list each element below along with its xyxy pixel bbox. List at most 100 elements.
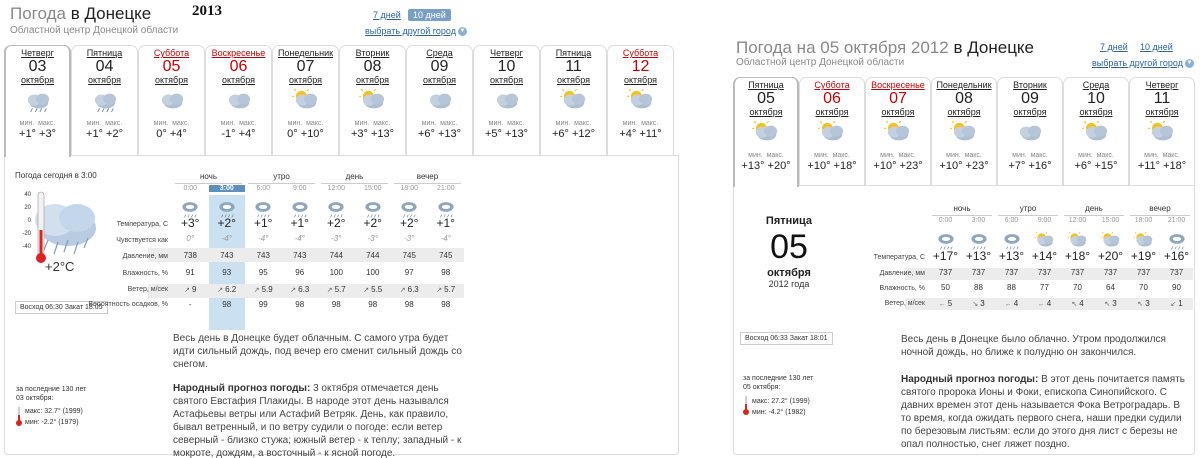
day-tab-temps: +13° +20° xyxy=(741,160,791,172)
thermometer-scale-label: 40 xyxy=(24,192,31,198)
day-tab[interactable]: Вторник 09 октября мин. макс. +7° +16° xyxy=(997,77,1063,187)
day-tab[interactable]: Четверг 11 октября мин. макс. +11° +18° xyxy=(1129,77,1195,187)
cloud-icon xyxy=(139,89,204,118)
wind-value: 9 xyxy=(191,285,197,294)
day-tab-number: 09 xyxy=(1021,90,1039,107)
period-10-days-button[interactable]: 10 дней xyxy=(408,9,451,21)
wind-value: 5.7 xyxy=(444,285,456,294)
min-max-labels: мин. макс. xyxy=(1078,152,1114,159)
sun-cloud-icon xyxy=(735,119,797,150)
wind-arrow-icon: ↖ xyxy=(1071,301,1078,308)
day-tab[interactable]: Воскресенье 06 октября мин. макс. -1° +4° xyxy=(205,45,272,157)
history-max: макс: 32.7° (1999) xyxy=(25,408,83,415)
day-tab-name: Вторник xyxy=(355,48,390,58)
history-label: за последние 130 лет xyxy=(743,375,814,382)
day-tab[interactable]: Суббота 12 октября мин. макс. +4° +11° xyxy=(607,45,674,157)
hour-label: 12:00 xyxy=(1068,217,1087,224)
feels-cell: -3° xyxy=(404,234,415,243)
wind-arrow-icon: ↗ xyxy=(253,287,260,294)
wind-cell: ← 5 xyxy=(929,299,962,308)
temps-cell: +17° xyxy=(932,249,959,263)
wind-value: 6.2 xyxy=(225,285,237,294)
day-tab-temps: +4° +11° xyxy=(619,128,662,140)
cloud-icon xyxy=(206,89,271,118)
wind-cell: ↗ 5.9 xyxy=(245,285,282,294)
day-tab[interactable]: Воскресенье 07 октября мин. макс. +10° +23° xyxy=(865,77,931,187)
pressure-cell: 737 xyxy=(1103,268,1118,277)
day-tab-name: Пятница xyxy=(555,48,592,58)
other-city-link[interactable]: выбрать другой город ▼ xyxy=(1092,58,1194,69)
chevron-down-icon: ▼ xyxy=(457,27,467,37)
period-10-days-link[interactable]: 10 дней xyxy=(1140,42,1173,52)
sun-cloud-icon xyxy=(541,87,606,118)
precip-cell: 98 xyxy=(368,300,378,309)
day-tab-temps: 0° +10° xyxy=(287,128,324,140)
min-max-labels: мин. макс. xyxy=(488,120,525,127)
hour-label: 18:00 xyxy=(1134,217,1153,224)
wind-arrow-icon: ← xyxy=(1004,301,1012,308)
pressure-cell: 745 xyxy=(439,251,453,260)
day-tab[interactable]: Вторник 08 октября мин. макс. +3° +13° xyxy=(339,45,406,157)
period-divider xyxy=(1130,215,1190,216)
feels-cell: -3° xyxy=(367,234,378,243)
day-tab-temps: +10° +23° xyxy=(873,160,923,172)
row-label: Давление, мм xyxy=(122,253,168,260)
row-label: Ветер, м/сек xyxy=(884,300,925,307)
other-city-link[interactable]: выбрать другой город ▼ xyxy=(365,26,467,37)
cloud-icon xyxy=(998,121,1062,150)
day-tab[interactable]: Среда 10 октября мин. макс. +6° +15° xyxy=(1063,77,1129,187)
humidity-cell: 93 xyxy=(222,268,232,277)
wind-arrow-icon: ↗ xyxy=(184,287,190,294)
wind-value: 1 xyxy=(1178,299,1183,308)
period-divider xyxy=(321,183,388,184)
pressure-cell: 743 xyxy=(293,251,307,260)
period-divider xyxy=(1064,215,1124,216)
day-summary-text: Весь день в Донецке будет облачным. С са… xyxy=(173,333,462,370)
precip-cell: 98 xyxy=(404,300,414,309)
day-tab-temps: +1° +3° xyxy=(19,128,56,140)
wind-arrow-icon: ↘ xyxy=(972,301,979,308)
temps-cell: +13° xyxy=(998,249,1025,263)
day-tab[interactable]: Пятница 04 октября мин. макс. +1° +2° xyxy=(71,45,138,157)
sun-cloud-icon xyxy=(1067,230,1089,250)
min-max-labels: мин. макс. xyxy=(86,120,123,127)
min-max-labels: мин. макс. xyxy=(946,152,982,159)
pressure-cell: 737 xyxy=(1070,268,1085,277)
humidity-cell: 95 xyxy=(258,268,268,277)
day-tab[interactable]: Понедельник 07 октября мин. макс. 0° +10° xyxy=(272,45,339,157)
wind-cell: ↖ 3 xyxy=(1127,299,1160,308)
wind-arrow-icon: ↗ xyxy=(399,287,406,294)
feels-cell: -3° xyxy=(331,234,342,243)
day-tab-temps: +7° +16° xyxy=(1008,160,1052,172)
hour-label: 9:00 xyxy=(292,185,307,192)
day-tab-month: октября xyxy=(624,75,657,85)
period-label: ночь xyxy=(953,204,971,213)
wind-arrow-icon: ↗ xyxy=(290,287,297,294)
pressure-cell: 743 xyxy=(256,251,270,260)
period-divider xyxy=(998,215,1058,216)
precip-cell: 98 xyxy=(295,300,305,309)
period-7-days-link[interactable]: 7 дней xyxy=(373,10,401,20)
day-tab[interactable]: Пятница 05 октября мин. макс. +13° +20° xyxy=(733,77,799,187)
sun-cloud-icon xyxy=(273,87,338,118)
day-tab-number: 10 xyxy=(497,58,516,75)
day-tab-month: октября xyxy=(749,107,783,117)
day-tab[interactable]: Суббота 05 октября мин. макс. 0° +4° xyxy=(138,45,205,157)
day-tab-temps: +10° +23° xyxy=(939,160,989,172)
day-tab[interactable]: Пятница 11 октября мин. макс. +6° +12° xyxy=(540,45,607,157)
wind-value: 4 xyxy=(1079,299,1084,308)
temps-cell: +18° xyxy=(1064,249,1091,263)
wind-arrow-icon: ↗ xyxy=(436,287,443,294)
day-tab[interactable]: Четверг 10 октября мин. макс. +5° +13° xyxy=(473,45,540,157)
temps-cell: +1° xyxy=(436,216,455,230)
day-tab-month: октября xyxy=(289,75,322,85)
day-tab-name: Пятница xyxy=(86,48,123,58)
day-tab-temps: +3° +13° xyxy=(350,128,395,140)
period-7-days-link[interactable]: 7 дней xyxy=(1100,42,1128,52)
wind-arrow-icon: ↖ xyxy=(1104,301,1111,308)
day-tab[interactable]: Понедельник 08 октября мин. макс. +10° +23° xyxy=(931,77,997,187)
day-tab[interactable]: Четверг 03 октября мин. макс. +1° +3° xyxy=(4,45,71,157)
day-tab[interactable]: Среда 09 октября мин. макс. +6° +13° xyxy=(406,45,473,157)
sun-cloud-icon xyxy=(800,119,864,150)
day-tab[interactable]: Суббота 06 октября мин. макс. +10° +18° xyxy=(799,77,865,187)
